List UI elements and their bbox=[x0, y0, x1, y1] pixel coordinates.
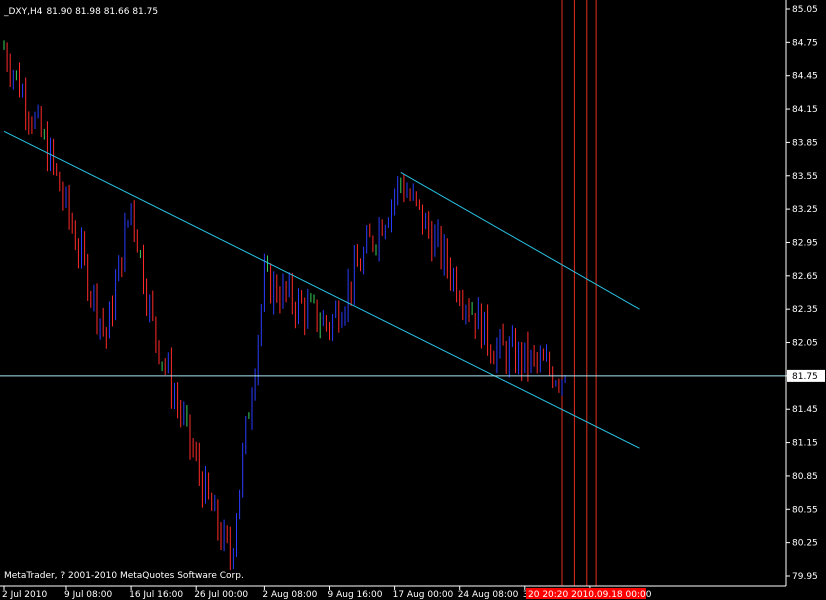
x-tick-label: 26 Jul 00:00 bbox=[194, 590, 248, 600]
symbol-label: _DXY,H4 bbox=[3, 7, 43, 17]
y-tick-label: 81.45 bbox=[792, 405, 818, 415]
y-tick-label: 82.95 bbox=[792, 238, 818, 248]
current-price-text: 81.75 bbox=[792, 372, 818, 382]
copyright-watermark: MetaTrader, ? 2001-2010 MetaQuotes Softw… bbox=[4, 571, 244, 581]
y-tick-label: 81.15 bbox=[792, 439, 818, 449]
ohlc-label: 81.90 81.98 81.66 81.75 bbox=[46, 7, 158, 17]
x-tick-label: 2 Jul 2010 bbox=[2, 590, 47, 600]
chart[interactable]: _DXY,H4 81.90 81.98 81.66 81.75 MetaTrade… bbox=[0, 0, 826, 600]
y-tick-label: 84.45 bbox=[792, 72, 818, 82]
y-tick-label: 85.05 bbox=[792, 5, 818, 15]
x-tick-label: 24 Aug 08:00 bbox=[458, 590, 519, 600]
x-axis: 2 Jul 2010 9 Jul 08:00 16 Jul 16:00 26 Jul … bbox=[2, 586, 614, 600]
trendline-1[interactable] bbox=[3, 130, 640, 449]
x-tick-label: 17 Aug 00:00 bbox=[393, 590, 454, 600]
y-tick-label: 80.25 bbox=[792, 539, 818, 549]
y-tick-label: 82.65 bbox=[792, 272, 818, 282]
y-tick-label: 84.75 bbox=[792, 38, 818, 48]
chart-header: _DXY,H4 81.90 81.98 81.66 81.75 bbox=[3, 7, 158, 17]
trendlines bbox=[3, 130, 640, 449]
candles bbox=[3, 40, 566, 571]
y-tick-label: 80.85 bbox=[792, 472, 818, 482]
trendline-2[interactable] bbox=[400, 171, 640, 310]
x-tick-label: 16 Jul 16:00 bbox=[129, 590, 183, 600]
y-axis: 85.05 84.75 84.45 84.15 83.85 83.55 83.25 82.95… bbox=[786, 5, 818, 582]
time-marker-text: 20 20:20 2010.09.18 00:00 bbox=[528, 590, 652, 600]
y-tick-label: 80.55 bbox=[792, 505, 818, 515]
y-tick-label: 79.95 bbox=[792, 572, 818, 582]
y-tick-label: 83.25 bbox=[792, 205, 818, 215]
y-tick-label: 83.85 bbox=[792, 138, 818, 148]
x-tick-label: 9 Jul 08:00 bbox=[64, 590, 113, 600]
y-tick-label: 83.55 bbox=[792, 172, 818, 182]
y-tick-label: 82.35 bbox=[792, 305, 818, 315]
x-tick-label: 2 Aug 08:00 bbox=[262, 590, 317, 600]
vertical-lines bbox=[561, 0, 597, 586]
y-tick-label: 82.05 bbox=[792, 339, 818, 349]
y-tick-label: 84.15 bbox=[792, 105, 818, 115]
x-tick-label: 9 Aug 16:00 bbox=[328, 590, 383, 600]
time-marker: 20 20:20 2010.09.18 00:00 bbox=[526, 588, 652, 600]
current-price-label: 81.75 bbox=[787, 369, 825, 382]
